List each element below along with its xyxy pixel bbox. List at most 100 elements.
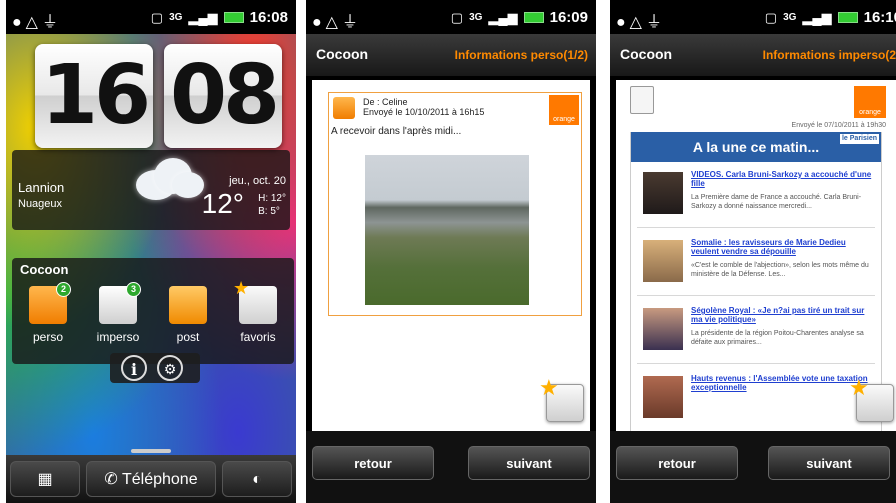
star-icon: ★ xyxy=(539,375,559,400)
clock-minute[interactable]: 08 xyxy=(164,44,282,148)
article-thumbnail xyxy=(643,240,683,282)
notification-icons: ●△⏚ xyxy=(616,14,666,31)
message-date: Envoyé le 07/10/2011 à 19h30 xyxy=(791,122,886,129)
parisien-logo: le Parisien xyxy=(839,134,879,144)
article-item[interactable]: VIDEOS. Carla Bruni-Sarkozy a accouché d… xyxy=(631,168,881,228)
battery-icon xyxy=(837,12,858,23)
dock-bar: ▦ ✆ Téléphone ◐ xyxy=(6,455,296,503)
app-title: Cocoon xyxy=(620,46,673,62)
phone-icon: ✆ xyxy=(104,471,118,488)
battery-icon xyxy=(223,12,244,23)
music-icon: 3 xyxy=(99,282,141,324)
next-button[interactable]: suivant xyxy=(468,446,590,480)
weather-city: Lannion xyxy=(18,180,65,195)
widget-item-favoris[interactable]: ★ favoris xyxy=(228,278,288,344)
personalize-button[interactable]: ◐ xyxy=(222,461,292,497)
article-desc: La Première dame de France a accouché. C… xyxy=(691,194,862,210)
badge-count: 3 xyxy=(126,282,141,297)
article-thumbnail xyxy=(643,376,683,418)
network-type: 3G xyxy=(469,12,483,23)
vibrate-icon: ▢ xyxy=(450,9,464,25)
vibrate-icon: ▢ xyxy=(764,9,778,25)
battery-icon xyxy=(523,12,544,23)
newsletter-title: A la une ce matin... xyxy=(692,139,820,155)
message-from: De : Celine xyxy=(363,97,408,107)
status-time: 16:08 xyxy=(249,9,288,26)
notification-icons: ●△⏚ xyxy=(12,14,62,31)
article-thumbnail xyxy=(643,172,683,214)
message-text: A recevoir dans l'après midi... xyxy=(331,126,462,137)
star-icon: ★ xyxy=(233,278,250,298)
widget-item-post[interactable]: post xyxy=(158,286,218,344)
network-type: 3G xyxy=(783,12,797,23)
signal-icon: ▂▄▆ xyxy=(188,9,218,25)
signal-icon: ▂▄▆ xyxy=(802,9,832,25)
logo-text: orange xyxy=(859,109,881,116)
weather-temp: 12° xyxy=(201,188,244,219)
article-title[interactable]: Somalie : les ravisseurs de Marie Dedieu… xyxy=(691,238,875,256)
weather-hilo: H: 12° B: 5° xyxy=(258,192,286,218)
message-content: De : Celine Envoyé le 10/10/2011 à 16h15… xyxy=(312,80,590,432)
info-button[interactable]: i xyxy=(121,355,147,381)
perso-screen: ●△⏚ ▢ 3G ▂▄▆ 16:09 Cocoon Informations p… xyxy=(306,0,596,503)
article-desc: «C'est le comble de l'abjection», selon … xyxy=(691,262,869,278)
divider xyxy=(637,363,875,364)
weather-high: H: 12° xyxy=(258,193,286,204)
weather-date: jeu., oct. 20 xyxy=(229,175,286,187)
settings-button[interactable]: ⚙ xyxy=(157,355,183,381)
all-apps-button[interactable]: ▦ xyxy=(10,461,80,497)
bottom-bar: retour suivant xyxy=(610,431,896,503)
next-button[interactable]: suivant xyxy=(768,446,890,480)
cloud-icon xyxy=(126,150,206,205)
person-icon: 2 xyxy=(29,282,71,324)
cocoon-widget: Cocoon 2 perso 3 imperso post ★ favoris xyxy=(12,258,294,364)
logo-text: orange xyxy=(553,116,575,123)
article-thumbnail xyxy=(643,308,683,350)
network-type: 3G xyxy=(169,12,183,23)
post-icon xyxy=(169,286,207,324)
add-favorite-button[interactable]: ★ xyxy=(539,375,584,422)
article-title[interactable]: Ségolène Royal : «Je n?ai pas tiré un tr… xyxy=(691,306,875,324)
vibrate-icon: ▢ xyxy=(150,9,164,25)
article-desc: La présidente de la région Poitou-Charen… xyxy=(691,330,864,346)
status-time: 16:09 xyxy=(549,9,588,26)
article-item[interactable]: Hauts revenus : l'Assemblée vote une tax… xyxy=(631,372,881,432)
imperso-screen: ●△⏚ ▢ 3G ▂▄▆ 16:10 Cocoon Informations i… xyxy=(610,0,896,503)
article-title[interactable]: VIDEOS. Carla Bruni-Sarkozy a accouché d… xyxy=(691,170,875,188)
status-bar: ●△⏚ ▢ 3G ▂▄▆ 16:09 xyxy=(306,0,596,34)
section-title: Informations imperso(2/3) xyxy=(762,48,896,62)
phone-label: Téléphone xyxy=(121,471,198,488)
message-photo[interactable] xyxy=(365,155,529,305)
divider xyxy=(637,295,875,296)
article-item[interactable]: Ségolène Royal : «Je n?ai pas tiré un tr… xyxy=(631,304,881,364)
newsletter-content: orange Envoyé le 07/10/2011 à 19h30 A la… xyxy=(616,80,896,432)
message-card: De : Celine Envoyé le 10/10/2011 à 16h15… xyxy=(328,92,582,316)
home-screen: ●△⏚ ▢ 3G ▂▄▆ 16:08 16 08 Lannion Nuageux… xyxy=(6,0,296,503)
widget-item-label: perso xyxy=(32,330,64,344)
newsletter-header: A la une ce matin... le Parisien xyxy=(631,132,881,162)
phone-button[interactable]: ✆ Téléphone xyxy=(86,461,216,497)
back-button[interactable]: retour xyxy=(312,446,434,480)
article-title[interactable]: Hauts revenus : l'Assemblée vote une tax… xyxy=(691,374,875,392)
dock-handle[interactable] xyxy=(131,449,171,453)
notification-icons: ●△⏚ xyxy=(312,14,362,31)
clock-hour[interactable]: 16 xyxy=(35,44,153,148)
status-time: 16:10 xyxy=(863,9,896,26)
message-date: Envoyé le 10/10/2011 à 16h15 xyxy=(363,107,485,117)
widget-item-imperso[interactable]: 3 imperso xyxy=(88,282,148,344)
newsletter: A la une ce matin... le Parisien VIDEOS.… xyxy=(630,132,882,432)
badge-count: 2 xyxy=(56,282,71,297)
bottom-bar: retour suivant xyxy=(306,431,596,503)
app-bar: Cocoon Informations perso(1/2) xyxy=(306,34,596,77)
widget-item-label: favoris xyxy=(240,330,276,344)
widget-item-label: imperso xyxy=(96,330,140,344)
status-bar: ●△⏚ ▢ 3G ▂▄▆ 16:10 xyxy=(610,0,896,34)
app-bar: Cocoon Informations imperso(2/3) xyxy=(610,34,896,77)
widget-title: Cocoon xyxy=(20,262,69,277)
back-button[interactable]: retour xyxy=(616,446,738,480)
article-item[interactable]: Somalie : les ravisseurs de Marie Dedieu… xyxy=(631,236,881,296)
section-title: Informations perso(1/2) xyxy=(454,48,588,62)
widget-item-perso[interactable]: 2 perso xyxy=(18,282,78,344)
weather-condition: Nuageux xyxy=(18,198,63,210)
add-favorite-button[interactable]: ★ xyxy=(849,375,894,422)
